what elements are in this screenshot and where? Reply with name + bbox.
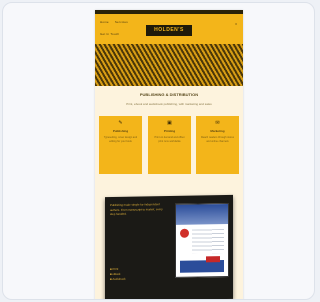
feature-text: Typesetting, cover design and editing fo… <box>103 136 138 143</box>
screenshot-text-lines <box>192 229 224 254</box>
nav-link-home[interactable]: Home <box>100 20 109 24</box>
book-list: Print eBook Audiobook <box>110 266 170 282</box>
screenshot-avatar <box>180 228 189 238</box>
feature-card[interactable]: ✉ Marketing Reach readers through stores… <box>196 116 239 174</box>
feature-title: Publishing <box>112 129 129 133</box>
section-subtitle: Print, ebook and audiobook publishing, w… <box>126 102 212 106</box>
list-item: Audiobook <box>110 276 170 282</box>
feature-text: Print on demand and offset print runs wo… <box>154 136 185 143</box>
nav-left: Home Services <box>100 20 133 24</box>
site-logo[interactable]: HOLDEN'S <box>146 25 192 36</box>
website-preview[interactable]: Home Services Get In Touch HOLDEN'S ≡ PU… <box>95 10 243 299</box>
preview-card: Home Services Get In Touch HOLDEN'S ≡ PU… <box>2 2 315 300</box>
book-mockup: Publishing made simple for independent a… <box>105 194 233 299</box>
screenshot-badge <box>206 256 220 263</box>
pencil-icon: ✎ <box>118 120 123 126</box>
feature-title: Marketing <box>210 129 225 133</box>
feature-card[interactable]: ▣ Printing Print on demand and offset pr… <box>148 116 191 174</box>
menu-icon[interactable]: ≡ <box>235 22 237 26</box>
book-icon: ▣ <box>167 120 172 126</box>
feature-title: Printing <box>163 129 176 133</box>
feature-text: Reach readers through stores and online … <box>200 136 235 143</box>
screenshot-image <box>175 202 229 278</box>
envelope-icon: ✉ <box>215 120 220 126</box>
feature-card[interactable]: ✎ Publishing Typesetting, cover design a… <box>99 116 142 174</box>
hero-banner: Home Services Get In Touch HOLDEN'S ≡ <box>95 14 243 86</box>
section-title: PUBLISHING & DISTRIBUTION <box>139 92 199 97</box>
hero-image <box>95 44 243 86</box>
nav-link-services[interactable]: Services <box>115 20 128 24</box>
nav-link-contact[interactable]: Get In Touch <box>100 32 119 36</box>
book-description: Publishing made simple for independent a… <box>110 202 163 217</box>
nav-left-secondary: Get In Touch <box>100 32 124 36</box>
screenshot-header <box>176 203 228 225</box>
